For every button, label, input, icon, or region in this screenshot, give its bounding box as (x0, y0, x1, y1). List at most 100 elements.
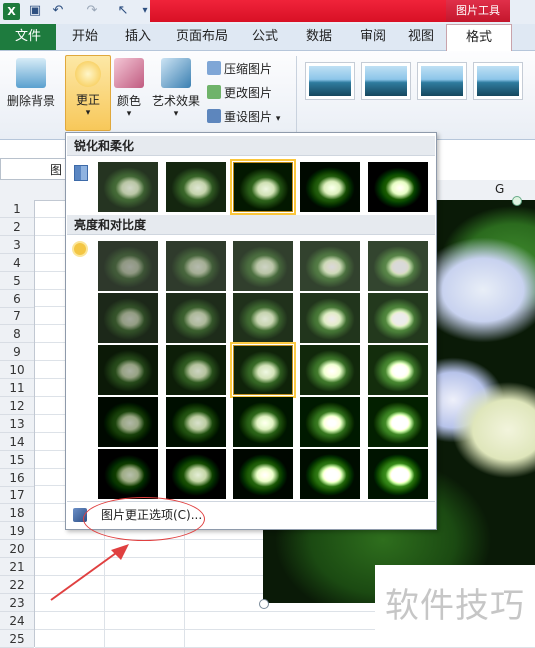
undo-icon[interactable]: ↶ (50, 3, 66, 19)
row-number[interactable]: 8 (0, 325, 34, 344)
row-number[interactable]: 21 (0, 558, 34, 576)
picture-style-thumb[interactable] (305, 62, 355, 100)
row-number[interactable]: 7 (0, 307, 34, 326)
row-number[interactable]: 24 (0, 612, 34, 630)
corrections-label: 更正 (75, 93, 100, 107)
compress-label: 压缩图片 (224, 62, 273, 76)
brightness-contrast-option[interactable] (368, 241, 428, 291)
brightness-contrast-option[interactable] (300, 293, 360, 343)
row-number[interactable]: 12 (0, 397, 34, 415)
row-number[interactable]: 6 (0, 290, 34, 308)
picture-style-thumb[interactable] (417, 62, 467, 100)
compress-pictures-button[interactable]: 压缩图片 (207, 60, 272, 78)
tab-home[interactable]: 开始 (62, 24, 108, 50)
color-icon (114, 58, 144, 88)
brightness-contrast-option[interactable] (368, 293, 428, 343)
picture-style-thumb[interactable] (473, 62, 523, 100)
row-number[interactable]: 15 (0, 451, 34, 469)
sharpen-soften-option[interactable] (230, 159, 296, 215)
sharpen-soften-option[interactable] (98, 162, 158, 212)
brightness-contrast-option[interactable] (98, 241, 158, 291)
rotate-handle-icon[interactable] (512, 196, 522, 206)
row-number[interactable]: 5 (0, 272, 34, 290)
brightness-contrast-option[interactable] (166, 241, 226, 291)
artistic-effects-label: 艺术效果 (151, 94, 200, 108)
brightness-contrast-option[interactable] (166, 449, 226, 499)
remove-background-button[interactable]: 删除背景 (4, 58, 58, 109)
artistic-effects-icon (161, 58, 191, 88)
row-number[interactable]: 18 (0, 504, 34, 523)
brightness-contrast-option[interactable] (166, 397, 226, 447)
redo-icon[interactable]: ↷ (84, 3, 100, 19)
brightness-contrast-option[interactable] (233, 397, 293, 447)
brightness-contrast-option[interactable] (233, 241, 293, 291)
corrections-gallery: 锐化和柔化 亮度和对比度 图片更正选项(C)... (65, 132, 437, 530)
sharpen-soften-option[interactable] (300, 162, 360, 212)
tab-view[interactable]: 视图 (398, 24, 444, 50)
brightness-contrast-option[interactable] (166, 345, 226, 395)
resize-handle-icon[interactable] (259, 599, 269, 609)
context-band (150, 0, 446, 22)
tab-formulas[interactable]: 公式 (242, 24, 288, 50)
brightness-contrast-option[interactable] (368, 449, 428, 499)
row-number[interactable]: 19 (0, 522, 34, 541)
reset-picture-button[interactable]: 重设图片 ▾ (207, 108, 280, 126)
row-number[interactable]: 2 (0, 218, 34, 236)
row-number[interactable]: 25 (0, 630, 34, 648)
color-button[interactable]: 颜色 ▾ (112, 58, 146, 119)
row-number[interactable]: 9 (0, 343, 34, 362)
row-number[interactable]: 20 (0, 540, 34, 559)
brightness-contrast-option[interactable] (230, 342, 296, 398)
brightness-contrast-option[interactable] (98, 345, 158, 395)
brightness-contrast-option[interactable] (300, 397, 360, 447)
brightness-contrast-option[interactable] (233, 293, 293, 343)
save-icon[interactable]: ▣ (27, 3, 43, 19)
artistic-effects-button[interactable]: 艺术效果 ▾ (150, 58, 202, 119)
row-number[interactable]: 16 (0, 469, 34, 487)
tab-page-layout[interactable]: 页面布局 (170, 24, 234, 50)
brightness-icon (74, 243, 86, 255)
change-picture-button[interactable]: 更改图片 (207, 84, 272, 102)
sharpen-soften-option[interactable] (368, 162, 428, 212)
annotation-arrow (50, 544, 129, 601)
row-number[interactable]: 3 (0, 236, 34, 254)
row-number[interactable]: 11 (0, 379, 34, 397)
row-number[interactable]: 23 (0, 594, 34, 612)
sharpen-soften-option[interactable] (166, 162, 226, 212)
dropdown-arrow-icon: ▾ (173, 109, 179, 119)
row-number[interactable]: 10 (0, 361, 34, 380)
name-box[interactable]: 图 (0, 158, 68, 180)
tab-file[interactable]: 文件 (0, 24, 56, 50)
brightness-contrast-option[interactable] (98, 449, 158, 499)
brightness-contrast-option[interactable] (368, 397, 428, 447)
row-number[interactable]: 14 (0, 433, 34, 451)
sun-icon (75, 61, 101, 87)
brightness-contrast-option[interactable] (300, 345, 360, 395)
row-number[interactable]: 13 (0, 415, 34, 433)
pointer-icon[interactable]: ↖ (115, 3, 131, 19)
brightness-contrast-option[interactable] (368, 345, 428, 395)
brightness-contrast-option[interactable] (98, 397, 158, 447)
row-number[interactable]: 22 (0, 576, 34, 594)
corrections-button[interactable]: 更正 ▾ (65, 55, 111, 131)
tab-insert[interactable]: 插入 (115, 24, 161, 50)
tab-format[interactable]: 格式 (446, 24, 512, 52)
tab-review[interactable]: 审阅 (350, 24, 396, 50)
brightness-contrast-option[interactable] (300, 449, 360, 499)
brightness-contrast-option[interactable] (233, 449, 293, 499)
compress-icon (207, 61, 221, 75)
brightness-contrast-option[interactable] (300, 241, 360, 291)
row-number[interactable]: 1 (0, 200, 34, 218)
brightness-contrast-option[interactable] (166, 293, 226, 343)
picture-style-thumb[interactable] (361, 62, 411, 100)
tab-data[interactable]: 数据 (296, 24, 342, 50)
column-header-g[interactable]: G (495, 182, 504, 196)
dropdown-arrow-icon: ▾ (126, 109, 132, 119)
change-picture-label: 更改图片 (224, 86, 273, 100)
dropdown-arrow-icon: ▾ (275, 114, 281, 124)
row-number[interactable]: 17 (0, 486, 34, 505)
remove-background-label: 删除背景 (6, 94, 55, 108)
excel-icon: X (3, 3, 20, 20)
brightness-contrast-option[interactable] (98, 293, 158, 343)
row-number[interactable]: 4 (0, 254, 34, 272)
